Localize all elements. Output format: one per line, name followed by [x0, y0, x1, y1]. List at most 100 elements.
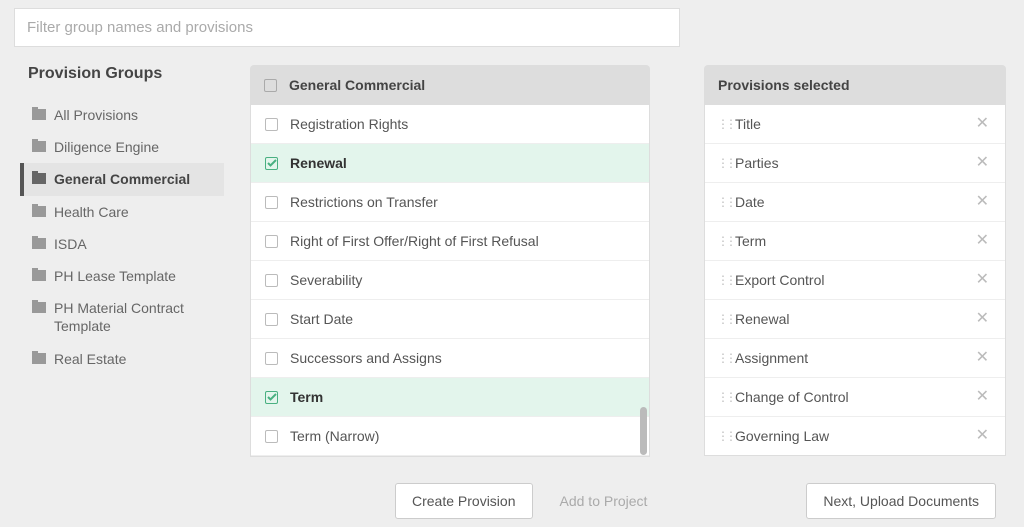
provision-item[interactable]: Registration Rights [251, 105, 649, 144]
sidebar-item-ph-lease-template[interactable]: PH Lease Template [20, 260, 224, 292]
footer: Create Provision Add to Project Next, Up… [0, 483, 1024, 519]
provision-groups-sidebar: Provision Groups All Provisions Diligence… [14, 65, 224, 375]
add-to-project-button[interactable]: Add to Project [543, 483, 665, 519]
sidebar-item-label: ISDA [54, 235, 87, 253]
sidebar-item-real-estate[interactable]: Real Estate [20, 343, 224, 375]
provision-item[interactable]: Restrictions on Transfer [251, 183, 649, 222]
selected-item-label: Renewal [735, 311, 789, 327]
remove-icon[interactable]: ✕ [972, 192, 993, 212]
remove-icon[interactable]: ✕ [972, 153, 993, 173]
drag-handle-icon[interactable] [717, 278, 725, 282]
provision-item[interactable]: Start Date [251, 300, 649, 339]
checkbox-icon[interactable] [265, 391, 278, 404]
provision-label: Term (Narrow) [290, 428, 379, 444]
sidebar-item-health-care[interactable]: Health Care [20, 196, 224, 228]
create-provision-button[interactable]: Create Provision [395, 483, 533, 519]
remove-icon[interactable]: ✕ [972, 426, 993, 446]
checkbox-icon[interactable] [265, 157, 278, 170]
checkbox-icon[interactable] [265, 235, 278, 248]
sidebar-item-diligence-engine[interactable]: Diligence Engine [20, 131, 224, 163]
selected-item[interactable]: Change of Control ✕ [705, 378, 1005, 417]
drag-handle-icon[interactable] [717, 317, 725, 321]
provision-label: Successors and Assigns [290, 350, 442, 366]
folder-icon [32, 141, 46, 152]
search-box[interactable] [14, 8, 680, 47]
selected-item[interactable]: Term ✕ [705, 222, 1005, 261]
selected-item[interactable]: Export Control ✕ [705, 261, 1005, 300]
drag-handle-icon[interactable] [717, 122, 725, 126]
provisions-list: Registration Rights Renewal Restrictions o… [250, 105, 650, 457]
sidebar-item-label: Real Estate [54, 350, 126, 368]
sidebar-item-all-provisions[interactable]: All Provisions [20, 99, 224, 131]
remove-icon[interactable]: ✕ [972, 231, 993, 251]
remove-icon[interactable]: ✕ [972, 348, 993, 368]
folder-icon [32, 270, 46, 281]
scrollbar-thumb[interactable] [640, 407, 647, 455]
sidebar-item-ph-material-contract-template[interactable]: PH Material Contract Template [20, 292, 224, 342]
checkbox-icon[interactable] [265, 118, 278, 131]
selected-item[interactable]: Renewal ✕ [705, 300, 1005, 339]
remove-icon[interactable]: ✕ [972, 387, 993, 407]
provision-item[interactable]: Right of First Offer/Right of First Refu… [251, 222, 649, 261]
selected-item-label: Governing Law [735, 428, 829, 444]
provision-label: Renewal [290, 155, 347, 171]
provision-label: Severability [290, 272, 362, 288]
folder-icon [32, 109, 46, 120]
selected-panel: Provisions selected Title✕Parties✕Date✕T… [704, 65, 1006, 456]
checkbox-icon[interactable] [265, 313, 278, 326]
checkbox-icon[interactable] [265, 430, 278, 443]
drag-handle-icon[interactable] [717, 239, 725, 243]
sidebar-item-label: PH Lease Template [54, 267, 176, 285]
sidebar-item-label: PH Material Contract Template [54, 299, 216, 335]
provisions-header[interactable]: General Commercial [250, 65, 650, 105]
selected-item-label: Parties [735, 155, 779, 171]
next-upload-documents-button[interactable]: Next, Upload Documents [806, 483, 996, 519]
sidebar-title: Provision Groups [20, 65, 224, 83]
drag-handle-icon[interactable] [717, 395, 725, 399]
selected-item-label: Date [735, 194, 765, 210]
drag-handle-icon[interactable] [717, 434, 725, 438]
sidebar-item-isda[interactable]: ISDA [20, 228, 224, 260]
sidebar-item-label: All Provisions [54, 106, 138, 124]
provision-item[interactable]: Term (Narrow) [251, 417, 649, 456]
selected-item[interactable]: Parties ✕ [705, 144, 1005, 183]
provision-label: Term [290, 389, 323, 405]
drag-handle-icon[interactable] [717, 200, 725, 204]
select-all-checkbox[interactable] [264, 79, 277, 92]
remove-icon[interactable]: ✕ [972, 114, 993, 134]
provision-item[interactable]: Renewal [251, 144, 649, 183]
selected-item[interactable]: Title✕ [705, 105, 1005, 144]
folder-icon [32, 302, 46, 313]
drag-handle-icon[interactable] [717, 161, 725, 165]
folder-icon [32, 206, 46, 217]
sidebar-item-general-commercial[interactable]: General Commercial [20, 163, 224, 195]
selected-item[interactable]: Assignment ✕ [705, 339, 1005, 378]
search-input[interactable] [27, 19, 667, 36]
selected-item[interactable]: Governing Law ✕ [705, 417, 1005, 455]
checkbox-icon[interactable] [265, 274, 278, 287]
remove-icon[interactable]: ✕ [972, 270, 993, 290]
drag-handle-icon[interactable] [717, 356, 725, 360]
provisions-header-label: General Commercial [289, 77, 425, 93]
selected-item-label: Export Control [735, 272, 824, 288]
folder-icon [32, 353, 46, 364]
provisions-panel: General Commercial Registration RightsRe… [250, 65, 650, 457]
provision-item[interactable]: Successors and Assigns [251, 339, 649, 378]
selected-item-label: Assignment [735, 350, 808, 366]
provision-label: Restrictions on Transfer [290, 194, 438, 210]
remove-icon[interactable]: ✕ [972, 309, 993, 329]
checkbox-icon[interactable] [265, 352, 278, 365]
provision-label: Registration Rights [290, 116, 408, 132]
checkbox-icon[interactable] [265, 196, 278, 209]
selected-item-label: Change of Control [735, 389, 849, 405]
selected-list: Title✕Parties✕Date✕Term✕Export Control✕R… [704, 105, 1006, 456]
sidebar-item-label: Diligence Engine [54, 138, 159, 156]
provision-item[interactable]: Severability [251, 261, 649, 300]
selected-item-label: Term [735, 233, 766, 249]
folder-icon [32, 238, 46, 249]
provision-label: Right of First Offer/Right of First Refu… [290, 233, 539, 249]
provision-item[interactable]: Term [251, 378, 649, 417]
selected-item[interactable]: Date ✕ [705, 183, 1005, 222]
folder-icon [32, 173, 46, 184]
selected-header: Provisions selected [704, 65, 1006, 105]
